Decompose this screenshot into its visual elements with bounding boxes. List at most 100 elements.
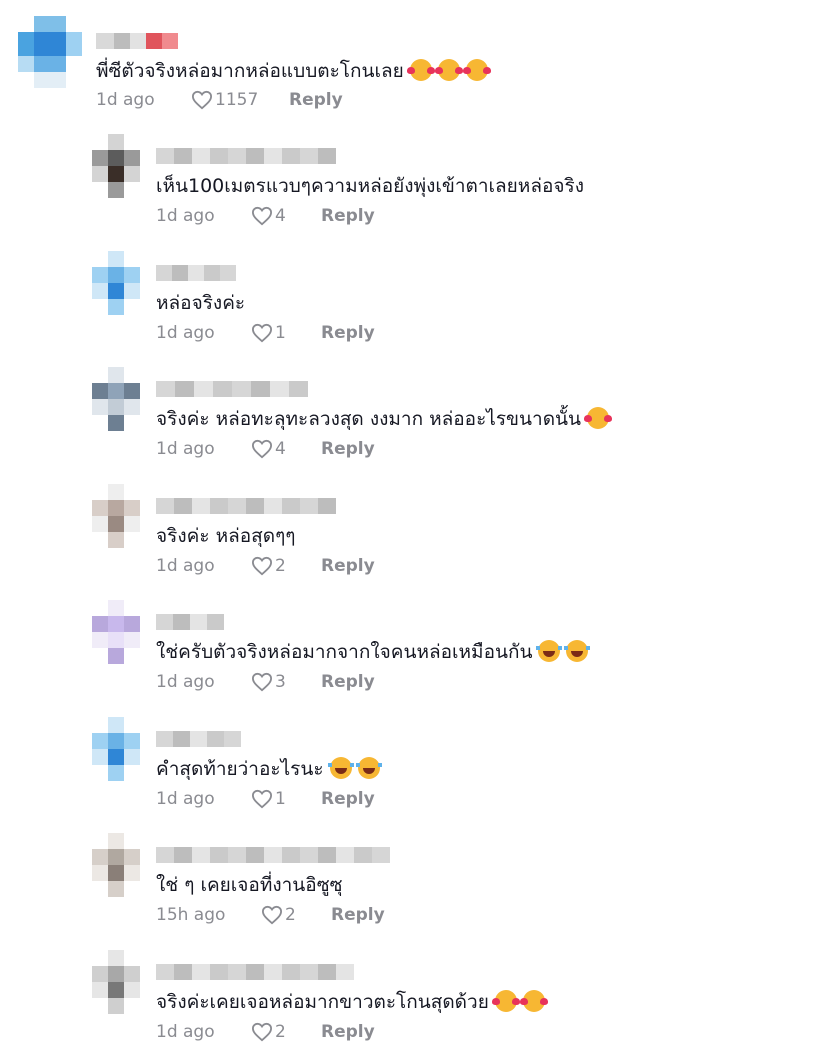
smiling-face-with-hearts-icon bbox=[406, 59, 435, 81]
like-button[interactable]: 1 bbox=[251, 323, 321, 343]
reply-button[interactable]: Reply bbox=[321, 1022, 375, 1042]
avatar[interactable] bbox=[92, 717, 140, 781]
like-count: 1 bbox=[275, 323, 286, 343]
face-with-tears-of-joy-icon bbox=[536, 640, 563, 662]
reply-comment-item: จริงค่ะ หล่อสุดๆๆ 1d ago 2 Reply bbox=[0, 480, 820, 596]
comment-meta: 1d ago 3 Reply bbox=[156, 672, 375, 692]
comment-text-content: เห็น100เมตรแวบๆความหล่อยังพุ่งเข้าตาเลยห… bbox=[156, 175, 585, 197]
like-count: 1157 bbox=[215, 90, 259, 110]
like-count: 4 bbox=[275, 439, 286, 459]
comment-meta: 1d ago 1157 Reply bbox=[96, 90, 343, 110]
reply-button[interactable]: Reply bbox=[289, 90, 343, 110]
reply-comment-item: ใช่ครับตัวจริงหล่อมากจากใจคนหล่อเหมือนกั… bbox=[0, 596, 820, 712]
avatar[interactable] bbox=[92, 134, 140, 198]
heart-icon bbox=[251, 439, 273, 459]
heart-icon bbox=[251, 789, 273, 809]
avatar[interactable] bbox=[18, 16, 82, 88]
comment-text: เห็น100เมตรแวบๆความหล่อยังพุ่งเข้าตาเลยห… bbox=[156, 174, 584, 198]
heart-icon bbox=[191, 90, 213, 110]
like-button[interactable]: 2 bbox=[251, 556, 321, 576]
reply-comment-item: จริงค่ะเคยเจอหล่อมากขาวตะโกนสุดด้วย 1d ag… bbox=[0, 946, 820, 1062]
like-button[interactable]: 4 bbox=[251, 439, 321, 459]
like-button[interactable]: 2 bbox=[251, 1022, 321, 1042]
username[interactable] bbox=[156, 614, 224, 630]
avatar[interactable] bbox=[92, 833, 140, 897]
comment-meta: 1d ago 1 Reply bbox=[156, 323, 375, 343]
smiling-face-with-hearts-icon bbox=[584, 407, 613, 429]
reply-button[interactable]: Reply bbox=[321, 556, 375, 576]
reply-button[interactable]: Reply bbox=[321, 789, 375, 809]
like-button[interactable]: 2 bbox=[261, 905, 331, 925]
username[interactable] bbox=[156, 847, 390, 863]
like-count: 3 bbox=[275, 672, 286, 692]
username[interactable] bbox=[156, 731, 241, 747]
reply-button[interactable]: Reply bbox=[321, 439, 375, 459]
avatar[interactable] bbox=[92, 367, 140, 431]
comment-meta: 1d ago 2 Reply bbox=[156, 1022, 375, 1042]
avatar[interactable] bbox=[92, 484, 140, 548]
timestamp: 1d ago bbox=[156, 789, 215, 809]
reply-comment-item: คำสุดท้ายว่าอะไรนะ 1d ago 1 Reply bbox=[0, 713, 820, 829]
avatar[interactable] bbox=[92, 251, 140, 315]
username[interactable] bbox=[156, 498, 336, 514]
comment-text: ใช่ ๆ เคยเจอที่งานอิซูซุ bbox=[156, 873, 343, 897]
timestamp: 1d ago bbox=[156, 439, 215, 459]
timestamp: 15h ago bbox=[156, 905, 226, 925]
comment-text: จริงค่ะ หล่อทะลุทะลวงสุด งงมาก หล่ออะไรข… bbox=[156, 407, 613, 431]
comment-meta: 1d ago 4 Reply bbox=[156, 206, 375, 226]
heart-icon bbox=[251, 556, 273, 576]
reply-comment-item: ใช่ ๆ เคยเจอที่งานอิซูซุ 15h ago 2 Reply bbox=[0, 829, 820, 945]
avatar[interactable] bbox=[92, 950, 140, 1014]
reply-button[interactable]: Reply bbox=[321, 323, 375, 343]
like-count: 4 bbox=[275, 206, 286, 226]
heart-icon bbox=[261, 905, 283, 925]
timestamp: 1d ago bbox=[156, 672, 215, 692]
reply-comment-item: เห็น100เมตรแวบๆความหล่อยังพุ่งเข้าตาเลยห… bbox=[0, 130, 820, 246]
timestamp: 1d ago bbox=[156, 556, 215, 576]
comment-text-content: ใช่ครับตัวจริงหล่อมากจากใจคนหล่อเหมือนกั… bbox=[156, 641, 533, 663]
smiling-face-with-hearts-icon bbox=[434, 59, 463, 81]
comment-text: หล่อจริงค่ะ bbox=[156, 291, 245, 315]
username[interactable] bbox=[96, 33, 178, 49]
comment-text-content: ใช่ ๆ เคยเจอที่งานอิซูซุ bbox=[156, 874, 343, 896]
comment-text: ใช่ครับตัวจริงหล่อมากจากใจคนหล่อเหมือนกั… bbox=[156, 640, 591, 664]
username[interactable] bbox=[156, 381, 308, 397]
timestamp: 1d ago bbox=[156, 323, 215, 343]
username[interactable] bbox=[156, 148, 336, 164]
timestamp: 1d ago bbox=[96, 90, 155, 110]
reply-comment-item: จริงค่ะ หล่อทะลุทะลวงสุด งงมาก หล่ออะไรข… bbox=[0, 363, 820, 479]
comment-meta: 1d ago 2 Reply bbox=[156, 556, 375, 576]
comment-text: พี่ซีตัวจริงหล่อมากหล่อแบบตะโกนเลย bbox=[96, 59, 491, 83]
like-count: 2 bbox=[275, 556, 286, 576]
heart-icon bbox=[251, 206, 273, 226]
like-button[interactable]: 3 bbox=[251, 672, 321, 692]
comment-text-content: จริงค่ะ หล่อสุดๆๆ bbox=[156, 525, 296, 547]
smiling-face-with-hearts-icon bbox=[519, 990, 548, 1012]
comment-text-content: คำสุดท้ายว่าอะไรนะ bbox=[156, 758, 324, 780]
heart-icon bbox=[251, 1022, 273, 1042]
face-with-tears-of-joy-icon bbox=[355, 757, 382, 779]
comment-meta: 1d ago 4 Reply bbox=[156, 439, 375, 459]
reply-button[interactable]: Reply bbox=[331, 905, 385, 925]
comment-text-content: จริงค่ะ หล่อทะลุทะลวงสุด งงมาก หล่ออะไรข… bbox=[156, 408, 582, 430]
username[interactable] bbox=[156, 265, 236, 281]
face-with-tears-of-joy-icon bbox=[564, 640, 591, 662]
avatar[interactable] bbox=[92, 600, 140, 664]
reply-button[interactable]: Reply bbox=[321, 672, 375, 692]
reply-comment-item: หล่อจริงค่ะ 1d ago 1 Reply bbox=[0, 247, 820, 363]
like-count: 1 bbox=[275, 789, 286, 809]
like-button[interactable]: 1157 bbox=[191, 90, 261, 110]
like-button[interactable]: 4 bbox=[251, 206, 321, 226]
username[interactable] bbox=[156, 964, 354, 980]
smiling-face-with-hearts-icon bbox=[462, 59, 491, 81]
comment-meta: 1d ago 1 Reply bbox=[156, 789, 375, 809]
smiling-face-with-hearts-icon bbox=[491, 990, 520, 1012]
comment-meta: 15h ago 2 Reply bbox=[156, 905, 385, 925]
heart-icon bbox=[251, 672, 273, 692]
comment-text: จริงค่ะ หล่อสุดๆๆ bbox=[156, 524, 296, 548]
reply-button[interactable]: Reply bbox=[321, 206, 375, 226]
comment-text-content: จริงค่ะเคยเจอหล่อมากขาวตะโกนสุดด้วย bbox=[156, 991, 489, 1013]
timestamp: 1d ago bbox=[156, 206, 215, 226]
comment-item: พี่ซีตัวจริงหล่อมากหล่อแบบตะโกนเลย 1d ag… bbox=[0, 0, 820, 120]
like-button[interactable]: 1 bbox=[251, 789, 321, 809]
